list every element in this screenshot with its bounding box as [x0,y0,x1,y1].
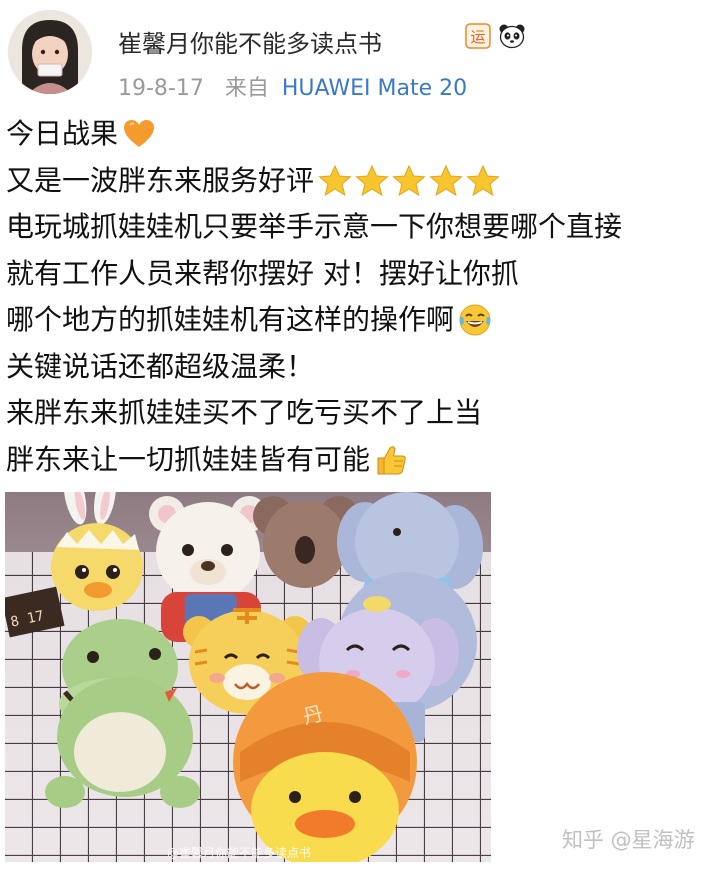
post-line-text: 胖东来让一切抓娃娃皆有可能 [6,442,371,476]
post-photo[interactable]: 8 17 丹 @崔馨月你能不能多读点书 [5,492,491,862]
plush-toys-photo: 8 17 丹 [5,492,491,862]
tears-of-joy-icon [459,304,491,336]
post-line-text: 哪个地方的抓娃娃机有这样的操作啊 [6,303,455,336]
star-rating [318,164,500,198]
source-prefix: 来自 [224,76,269,101]
post-line-text: 又是一波胖东来服务好评 [6,163,315,197]
post-header: 崔馨月你能不能多读点书 运 19-8-17 来自 HUAWEI Mate 20 [8,10,708,102]
post-line-text: 关键说话还都超级温柔！ [6,349,315,383]
avatar[interactable] [8,10,92,94]
post-meta: 19-8-17 来自 HUAWEI Mate 20 [118,70,467,102]
post-line: 电玩城抓娃娃机只要举手示意一下你想要哪个直接 [6,204,712,251]
post-line: 哪个地方的抓娃娃机有这样的操作啊 [6,297,712,344]
photo-watermark: @崔馨月你能不能多读点书 [167,846,312,860]
post-line-text: 电玩城抓娃娃机只要举手示意一下你想要哪个直接 [6,210,623,243]
post-line: 来胖东来抓娃娃买不了吃亏买不了上当 [6,390,712,437]
star-icon [392,164,426,196]
plush-duck: 丹 [233,672,417,862]
post-line: 胖东来让一切抓娃娃皆有可能 [6,437,712,484]
post-line-text: 就有工作人员来帮你摆好 对！摆好让你抓 [6,256,519,290]
username[interactable]: 崔馨月你能不能多读点书 [118,24,382,59]
orange-heart-icon [124,120,155,148]
zhihu-watermark: 知乎 @星海游 [562,828,695,852]
post-body: 今日战果 又是一波胖东来服务好评 电玩城抓娃娃机只要举手示意一下你想要哪个直接 … [6,111,712,483]
post-line: 又是一波胖东来服务好评 [6,158,712,205]
user-badges: 运 [464,22,526,50]
post-line-text: 来胖东来抓娃娃买不了吃亏买不了上当 [6,396,483,429]
panda-icon[interactable] [498,22,526,50]
post-line-text: 今日战果 [6,117,119,150]
star-icon [318,164,352,196]
star-icon [355,164,389,196]
device-link[interactable]: HUAWEI Mate 20 [282,76,467,101]
yun-badge-icon[interactable]: 运 [464,22,492,50]
post-line: 关键说话还都超级温柔！ [6,344,712,391]
svg-text:运: 运 [470,28,485,46]
post-line: 就有工作人员来帮你摆好 对！摆好让你抓 [6,251,712,298]
avatar-image [8,10,92,94]
thumbs-up-icon [377,445,406,475]
star-icon [429,164,463,196]
star-icon [466,164,500,196]
timestamp: 19-8-17 [118,76,204,101]
post-line: 今日战果 [6,111,712,158]
